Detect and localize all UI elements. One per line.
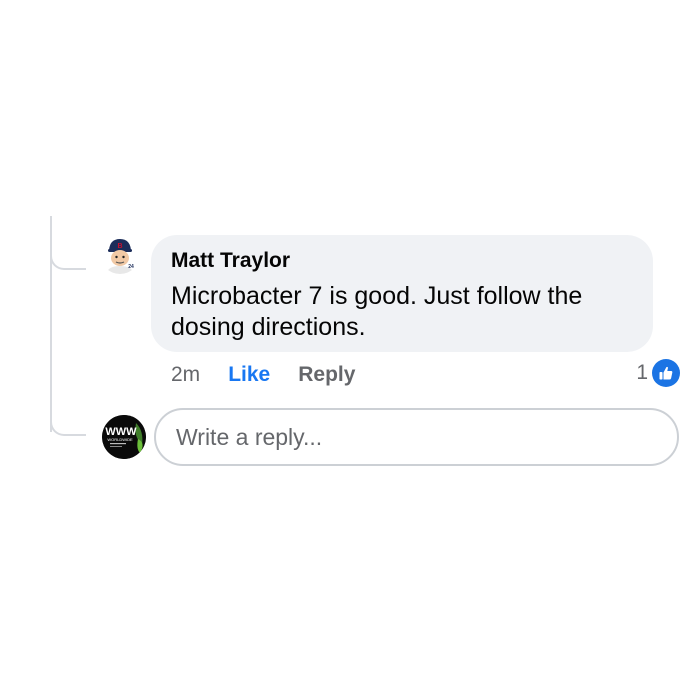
reply-button[interactable]: Reply (298, 362, 355, 388)
worldwide-logo-icon: WWW WORLDWIDE (102, 415, 146, 459)
baseball-player-cartoon-icon: B 24 (100, 234, 140, 274)
thread-branch-comment (50, 252, 86, 270)
like-button[interactable]: Like (228, 362, 270, 388)
reaction-count: 1 (636, 361, 648, 384)
comment-timestamp[interactable]: 2m (171, 362, 200, 388)
reaction-summary[interactable]: 1 (636, 359, 680, 387)
avatar[interactable]: WWW WORLDWIDE (102, 415, 146, 459)
comment-author[interactable]: Matt Traylor (171, 248, 633, 274)
reply-input[interactable] (154, 408, 679, 466)
thumbs-up-icon (652, 359, 680, 387)
comment-text: Microbacter 7 is good. Just follow the d… (171, 282, 583, 341)
logo-subtext: WORLDWIDE (107, 437, 133, 442)
svg-text:B: B (117, 243, 122, 250)
avatar-number: 24 (128, 264, 134, 270)
comment-thread: B 24 Matt Traylor Microbacter 7 is good.… (0, 0, 700, 700)
thread-line (50, 216, 52, 432)
thread-branch-reply (50, 418, 86, 436)
avatar[interactable]: B 24 (100, 234, 140, 274)
comment-actions: 2m Like Reply (171, 362, 355, 388)
comment-bubble: Matt Traylor Microbacter 7 is good. Just… (151, 235, 653, 352)
